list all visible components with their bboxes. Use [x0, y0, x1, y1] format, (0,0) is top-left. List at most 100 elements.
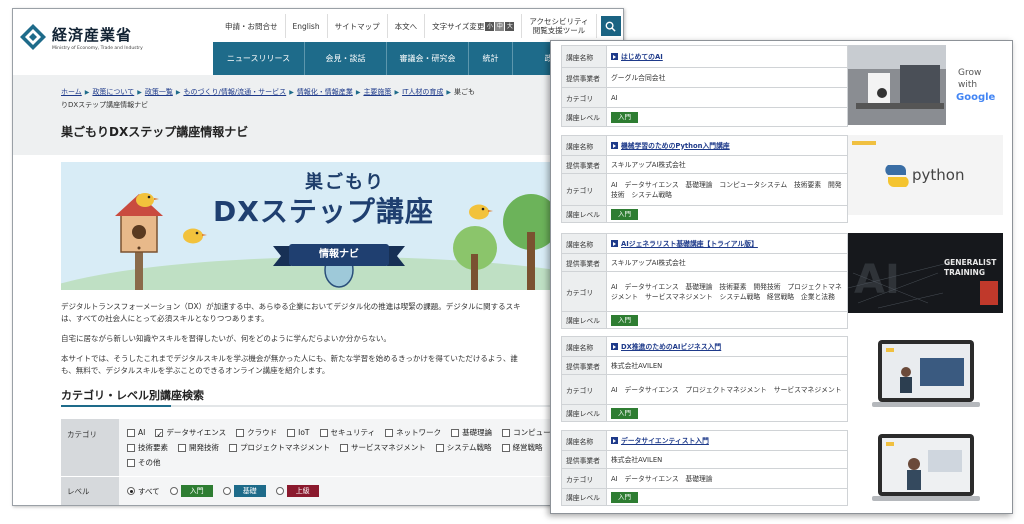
- course-title-link[interactable]: AIジェネラリスト基礎講座【トライアル版】: [621, 239, 758, 249]
- nav-councils[interactable]: 審議会・研究会: [387, 42, 469, 75]
- course-thumbnail[interactable]: AI GENERALIST TRAINING: [848, 233, 1003, 313]
- category-checkbox[interactable]: クラウド: [236, 425, 277, 440]
- category-checkbox[interactable]: システム戦略: [435, 440, 492, 455]
- nav-statistics[interactable]: 統計: [469, 42, 513, 75]
- course-title-link[interactable]: はじめてのAI: [621, 52, 663, 62]
- course-level-badge: 入門: [611, 407, 638, 419]
- category-checkbox[interactable]: 基礎理論: [451, 425, 492, 440]
- nav-news-release[interactable]: ニュースリリース: [213, 42, 305, 75]
- course-list-panel: 講座名称 はじめてのAI 提供事業者 グーグル合同会社 カテゴリ AI 講座レベル 入門…: [550, 40, 1013, 514]
- breadcrumb-arrow-icon: ▶: [394, 89, 400, 96]
- course-title-link[interactable]: DX推進のためのAIビジネス入門: [621, 342, 721, 352]
- checkbox-icon: [287, 428, 296, 437]
- breadcrumb-monozukuri[interactable]: ものづくり/情報/流通・サービス: [183, 88, 286, 96]
- provider-label: 提供事業者: [562, 451, 607, 468]
- category-checkbox-label: データサイエンス: [166, 428, 227, 437]
- category-filter-row: カテゴリ AIデータサイエンスクラウドIoTセキュリティネットワーク基礎理論コン…: [61, 419, 623, 477]
- logo-subtitle: Ministry of Economy, Trade and Industry: [52, 45, 143, 51]
- category-checkbox-label: AI: [138, 428, 146, 437]
- course-provider: スキルアップAI株式会社: [611, 258, 686, 267]
- search-button[interactable]: [600, 16, 621, 36]
- radio-selected-icon: [127, 487, 135, 495]
- level-label: 講座レベル: [562, 489, 607, 505]
- course-info-table: 講座名称 DX推進のためのAIビジネス入門 提供事業者 株式会社AVILEN カテゴ…: [561, 336, 848, 422]
- course-category: AI データサイエンス 基礎理論 技術要素 開発技術 プロジェクトマネジメント …: [611, 282, 842, 301]
- level-label: 講座レベル: [562, 108, 607, 126]
- category-checkbox[interactable]: セキュリティ: [319, 425, 376, 440]
- play-icon: [611, 437, 618, 444]
- category-checkbox[interactable]: プロジェクトマネジメント: [229, 440, 330, 455]
- level-radios: すべて 入門 基礎 上級: [119, 477, 623, 505]
- category-checkbox[interactable]: IoT: [287, 425, 310, 440]
- level-label: 講座レベル: [562, 312, 607, 328]
- checkbox-icon: [385, 428, 394, 437]
- course-info-table: 講座名称 機械学習のためのPython入門講座 提供事業者 スキルアップAI株式会社…: [561, 135, 848, 223]
- category-checkbox-label: 経営戦略: [512, 443, 543, 452]
- course-title-link[interactable]: 機械学習のためのPython入門講座: [621, 141, 730, 151]
- font-size-medium-button[interactable]: 中: [495, 21, 505, 31]
- level-radio-beginner[interactable]: 入門: [169, 485, 213, 497]
- course-thumbnail[interactable]: Grow with Google: [848, 45, 1003, 125]
- category-checkboxes: AIデータサイエンスクラウドIoTセキュリティネットワーク基礎理論コンピュータシ…: [119, 419, 623, 476]
- level-filter-row: レベル すべて 入門 基礎 上級: [61, 477, 623, 505]
- util-sitemap[interactable]: サイトマップ: [328, 14, 388, 38]
- level-radio-advanced[interactable]: 上級: [275, 485, 319, 497]
- thumb-generalist: GENERALIST: [944, 258, 997, 267]
- course-thumbnail[interactable]: [848, 430, 1003, 510]
- course-thumbnail[interactable]: python: [848, 135, 1003, 215]
- checkbox-icon: [319, 428, 328, 437]
- title-area: ホーム ▶ 政策について ▶ 政策一覧 ▶ ものづくり/情報/流通・サービス ▶ 情報化・情報産…: [13, 75, 623, 155]
- category-checkbox-label: IoT: [298, 428, 310, 437]
- intro-paragraph-3: 本サイトでは、そうしたこれまでデジタルスキルを学ぶ機会が無かった人にも、新たな学…: [61, 354, 518, 375]
- category-checkbox[interactable]: 技術要素: [127, 440, 168, 455]
- level-radio-basic[interactable]: 基礎: [222, 485, 266, 497]
- checkbox-checked-icon: [155, 427, 164, 442]
- search-section-title: カテゴリ・レベル別講座検索: [61, 389, 204, 402]
- category-checkbox[interactable]: その他: [127, 455, 161, 470]
- category-checkbox[interactable]: データサイエンス: [155, 425, 227, 442]
- breadcrumb-main-measures[interactable]: 主要施策: [363, 88, 391, 96]
- breadcrumb-home[interactable]: ホーム: [61, 88, 82, 96]
- intro-text: デジタルトランスフォーメーション（DX）が加速する中、あらゆる企業においてデジタ…: [61, 301, 621, 385]
- category-checkbox[interactable]: 経営戦略: [501, 440, 543, 455]
- site-header: 経済産業省 Ministry of Economy, Trade and Ind…: [13, 9, 623, 75]
- hero-ribbon: 情報ナビ: [289, 244, 389, 266]
- search-filter-table: カテゴリ AIデータサイエンスクラウドIoTセキュリティネットワーク基礎理論コン…: [61, 419, 623, 505]
- level-filter-label: レベル: [61, 477, 119, 505]
- checkbox-icon: [229, 443, 237, 452]
- breadcrumb-it-talent[interactable]: IT人材の育成: [402, 88, 443, 96]
- util-contact[interactable]: 申請・お問合せ: [218, 14, 286, 38]
- checkbox-icon: [178, 443, 186, 452]
- category-checkbox-label: セキュリティ: [330, 428, 376, 437]
- category-label: カテゴリ: [562, 88, 607, 107]
- breadcrumb: ホーム ▶ 政策について ▶ 政策一覧 ▶ ものづくり/情報/流通・サービス ▶ 情報化・情報産…: [61, 86, 481, 111]
- course-card: 講座名称 データサイエンティスト入門 提供事業者 株式会社AVILEN カテゴリ AI…: [561, 430, 1006, 513]
- hero-banner: 巣ごもり DXステップ講座 情報ナビ: [61, 162, 623, 290]
- level-radio-all[interactable]: すべて: [127, 486, 160, 497]
- course-title-link[interactable]: データサイエンティスト入門: [621, 436, 709, 446]
- course-provider: 株式会社AVILEN: [611, 455, 663, 464]
- course-thumbnail[interactable]: [848, 336, 1003, 416]
- category-checkbox[interactable]: AI: [127, 425, 145, 440]
- font-size-small-button[interactable]: 小: [485, 21, 495, 31]
- course-level-badge: 入門: [611, 111, 638, 123]
- breadcrumb-policy-list[interactable]: 政策一覧: [145, 88, 173, 96]
- category-checkbox[interactable]: 開発技術: [178, 440, 219, 455]
- util-skip-to-content[interactable]: 本文へ: [388, 14, 426, 38]
- course-name-label: 講座名称: [562, 431, 607, 450]
- course-thumbnail-image: Grow with Google: [848, 45, 1003, 125]
- level-badge-beginner: 入門: [180, 485, 213, 497]
- util-accessibility[interactable]: アクセシビリティ 閲覧支援ツール: [522, 14, 597, 38]
- breadcrumb-arrow-icon: ▶: [84, 89, 90, 96]
- category-checkbox[interactable]: サービスマネジメント: [340, 440, 426, 455]
- category-checkbox[interactable]: ネットワーク: [385, 425, 441, 440]
- course-category: AI: [611, 93, 618, 102]
- breadcrumb-informatization[interactable]: 情報化・情報産業: [297, 88, 353, 96]
- meti-logo[interactable]: 経済産業省 Ministry of Economy, Trade and Ind…: [19, 23, 143, 51]
- nav-press-conference[interactable]: 会見・談話: [305, 42, 387, 75]
- breadcrumb-policies[interactable]: 政策について: [92, 88, 134, 96]
- provider-label: 提供事業者: [562, 357, 607, 374]
- util-english[interactable]: English: [286, 14, 328, 38]
- accessibility-line1: アクセシビリティ: [529, 17, 589, 26]
- font-size-large-button[interactable]: 大: [505, 21, 515, 31]
